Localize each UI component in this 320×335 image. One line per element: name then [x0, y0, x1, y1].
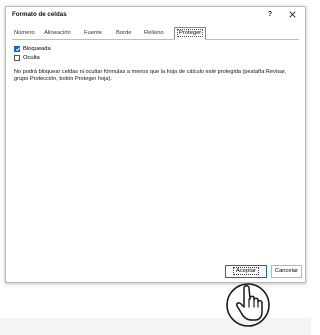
tab-alineacion[interactable]: Alineación: [44, 29, 71, 38]
close-button[interactable]: [286, 9, 298, 21]
protection-description: No podrá bloquear celdas ni ocultar fórm…: [14, 69, 287, 82]
tab-borde[interactable]: Borde: [116, 29, 131, 38]
tab-relleno[interactable]: Relleno: [144, 29, 164, 38]
tab-strip: Número Alineación Fuente Borde Relleno P…: [12, 27, 299, 40]
tab-numero[interactable]: Número: [14, 29, 35, 38]
locked-checkbox[interactable]: [14, 45, 20, 52]
dialog-titlebar: Formato de celdas ?: [6, 7, 305, 25]
tab-proteger-label: Proteger: [177, 29, 204, 37]
format-cells-dialog: Formato de celdas ? Número Alineación Fu…: [5, 6, 306, 283]
locked-label: Bloqueada: [23, 46, 51, 52]
close-icon: [288, 11, 296, 18]
dialog-title: Formato de celdas: [12, 11, 67, 18]
tab-proteger[interactable]: Proteger: [174, 27, 207, 40]
hand-pointer-icon: [226, 283, 270, 327]
hidden-checkbox[interactable]: [14, 54, 20, 61]
tab-fuente[interactable]: Fuente: [84, 29, 102, 38]
help-button[interactable]: ?: [264, 9, 276, 21]
hidden-label: Oculta: [23, 55, 40, 61]
